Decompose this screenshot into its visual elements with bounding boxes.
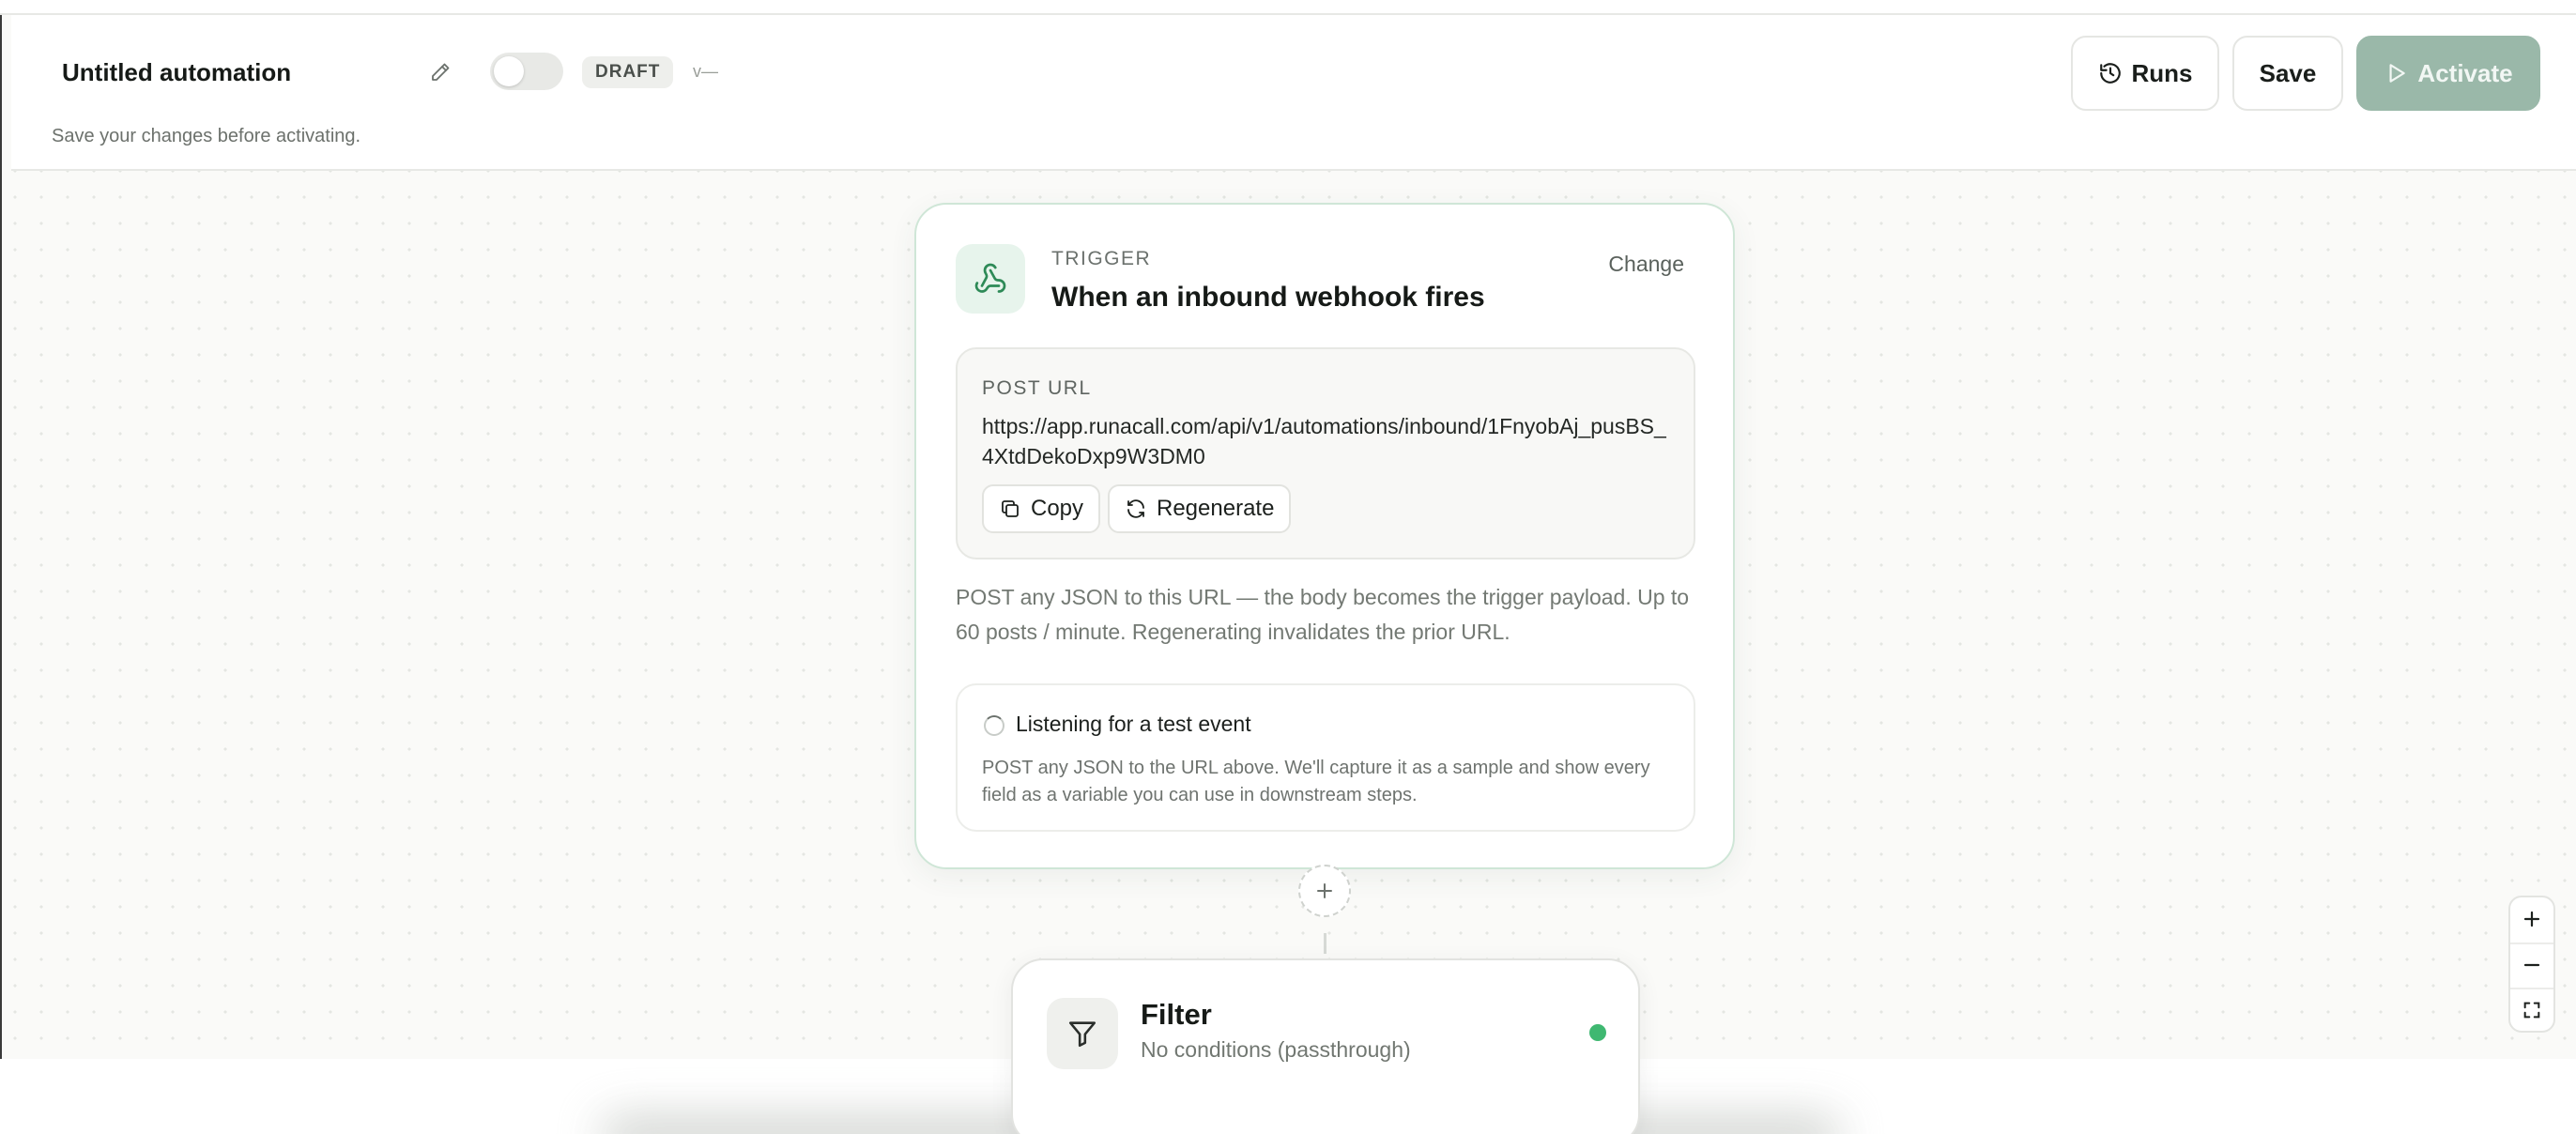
save-hint: Save your changes before activating.	[52, 126, 361, 146]
listening-description: POST any JSON to the URL above. We'll ca…	[982, 758, 1650, 805]
fit-view-icon	[2523, 1002, 2540, 1019]
status-badge: DRAFT	[582, 56, 674, 88]
webhook-icon	[956, 244, 1025, 314]
change-trigger-link[interactable]: Change	[1608, 252, 1684, 277]
filter-step-card[interactable]: Filter No conditions (passthrough)	[1011, 958, 1640, 1134]
trigger-kicker: TRIGGER	[1051, 248, 1152, 269]
copy-label: Copy	[1031, 496, 1084, 521]
save-button[interactable]: Save	[2232, 36, 2343, 111]
zoom-controls	[2508, 896, 2555, 1033]
trigger-title: When an inbound webhook fires	[1051, 282, 1485, 313]
listening-panel: Listening for a test event POST any JSON…	[956, 683, 1695, 832]
post-url-label: POST URL	[982, 377, 1092, 399]
toggle-knob	[494, 56, 524, 86]
trigger-description: POST any JSON to this URL — the body bec…	[956, 585, 1690, 644]
post-url-value[interactable]: https://app.runacall.com/api/v1/automati…	[982, 411, 1677, 471]
version-label: v—	[693, 62, 718, 81]
zoom-out-button[interactable]	[2510, 942, 2553, 986]
trigger-card[interactable]: TRIGGER When an inbound webhook fires Ch…	[914, 203, 1735, 869]
runs-button[interactable]: Runs	[2071, 36, 2219, 111]
pencil-icon[interactable]	[424, 56, 456, 88]
plus-icon	[2523, 911, 2540, 927]
filter-subtitle: No conditions (passthrough)	[1141, 1037, 1411, 1062]
regenerate-label: Regenerate	[1157, 496, 1275, 521]
active-toggle[interactable]	[490, 53, 563, 90]
save-label: Save	[2259, 58, 2317, 87]
listening-title: Listening for a test event	[1016, 712, 1251, 736]
post-url-box: POST URL https://app.runacall.com/api/v1…	[956, 347, 1695, 559]
step-connector	[1324, 933, 1326, 954]
automation-title: Untitled automation	[62, 58, 292, 86]
automation-header: Untitled automation DRAFT v— Save your c…	[11, 15, 2576, 171]
runs-label: Runs	[2131, 58, 2193, 87]
minus-icon	[2523, 963, 2540, 967]
status-dot	[1589, 1024, 1606, 1041]
loading-spinner-icon	[984, 715, 1004, 736]
funnel-icon	[1047, 998, 1118, 1069]
refresh-icon	[1127, 499, 1144, 518]
history-icon	[2099, 63, 2121, 84]
top-border	[0, 0, 2576, 15]
fit-view-button[interactable]	[2510, 988, 2553, 1031]
regenerate-button[interactable]: Regenerate	[1108, 484, 1292, 533]
copy-icon	[1002, 500, 1019, 517]
plus-icon	[1317, 883, 1332, 898]
zoom-in-button[interactable]	[2510, 897, 2553, 941]
filter-title: Filter	[1141, 998, 1212, 1031]
copy-button[interactable]: Copy	[982, 484, 1101, 533]
add-step-button[interactable]	[1298, 865, 1351, 917]
activate-button[interactable]: Activate	[2356, 36, 2540, 111]
play-icon	[2389, 64, 2406, 83]
activate-label: Activate	[2417, 58, 2513, 87]
